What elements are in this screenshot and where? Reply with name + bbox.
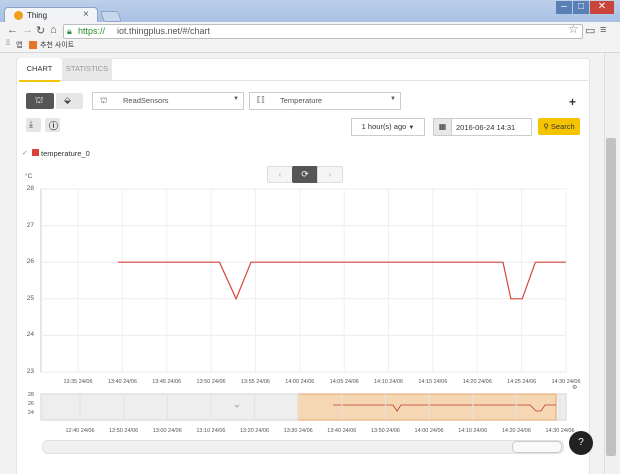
navigator-y-tick: 24 bbox=[27, 410, 34, 416]
navigator-y-tick: 28 bbox=[27, 392, 34, 398]
navigator-x-tick: 14:00 24/06 bbox=[414, 428, 444, 434]
navigator-x-tick: 13:10 24/06 bbox=[196, 428, 226, 434]
help-chat-button[interactable]: ? bbox=[569, 431, 593, 455]
range-navigator[interactable] bbox=[0, 0, 620, 474]
navigator-x-tick: 14:30 24/06 bbox=[545, 428, 575, 434]
navigator-x-tick: 14:20 24/06 bbox=[501, 428, 531, 434]
navigator-selection bbox=[297, 393, 557, 421]
chat-bubble-icon: ? bbox=[578, 437, 584, 448]
navigator-y-tick: 26 bbox=[27, 401, 34, 407]
navigator-x-tick: 13:50 24/06 bbox=[370, 428, 400, 434]
navigator-x-tick: 12:40 24/06 bbox=[65, 428, 95, 434]
navigator-x-tick: 13:00 24/06 bbox=[152, 428, 182, 434]
navigator-x-tick: 13:20 24/06 bbox=[240, 428, 270, 434]
navigator-scroll-thumb[interactable] bbox=[512, 441, 562, 453]
navigator-x-tick: 13:40 24/06 bbox=[327, 428, 357, 434]
navigator-x-tick: 13:30 24/06 bbox=[283, 428, 313, 434]
navigator-scrollbar[interactable] bbox=[42, 440, 564, 454]
navigator-x-tick: 14:10 24/06 bbox=[458, 428, 488, 434]
navigator-x-tick: 12:50 24/06 bbox=[109, 428, 139, 434]
